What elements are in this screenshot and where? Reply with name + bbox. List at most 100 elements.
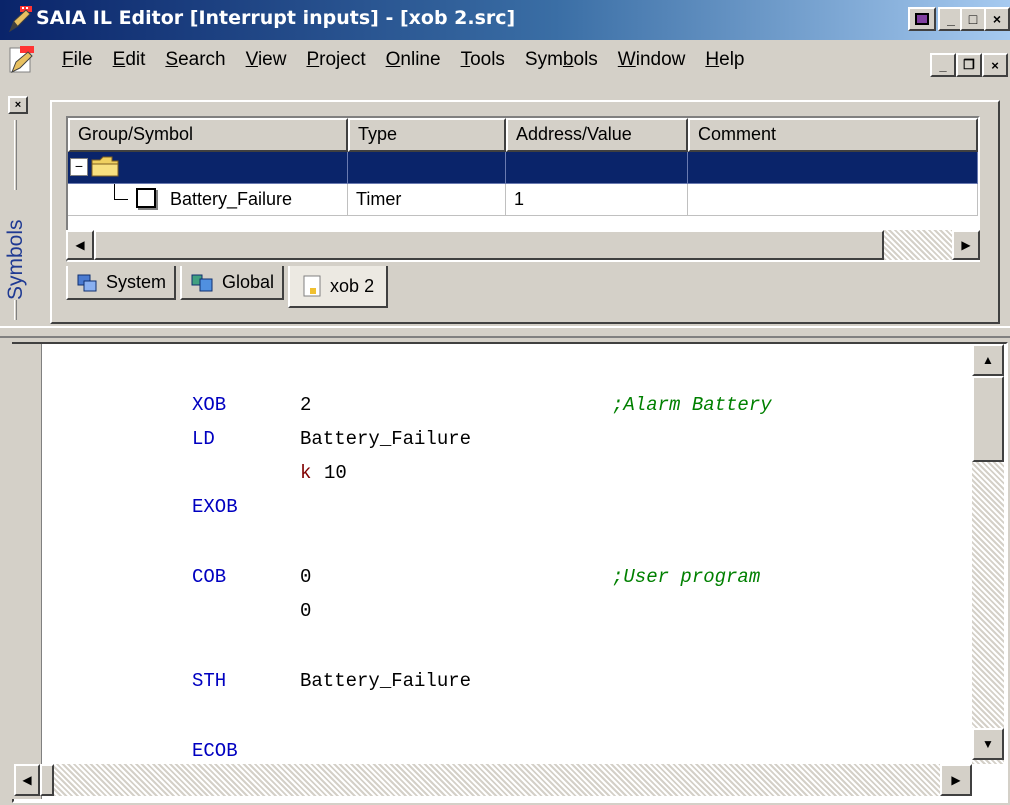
- title-bar: SAIA IL Editor [Interrupt inputs] - [xob…: [0, 0, 1010, 40]
- code-line: 0: [14, 600, 974, 630]
- extra-window-button[interactable]: [908, 7, 936, 31]
- arrow-left-icon: ◀: [22, 773, 32, 787]
- tab-label: System: [106, 271, 167, 292]
- symbol-name: Battery_Failure: [170, 189, 293, 209]
- close-icon: ×: [992, 11, 1002, 27]
- grid-horizontal-scrollbar[interactable]: ◀ ▶: [66, 230, 980, 260]
- maximize-icon: □: [968, 11, 978, 27]
- close-icon: ×: [14, 99, 22, 111]
- doc-restore-button[interactable]: ❐: [956, 53, 982, 77]
- menu-file[interactable]: File: [52, 49, 103, 71]
- column-header-group-symbol[interactable]: Group/Symbol: [68, 118, 348, 152]
- scroll-thumb[interactable]: [94, 230, 884, 260]
- code-line: COB 0 ;User program: [14, 566, 974, 596]
- document-icon: [9, 46, 34, 74]
- window-tile-icon: [915, 13, 929, 25]
- arrow-right-icon: ▶: [951, 773, 961, 787]
- menu-items: File Edit Search View Project Online Tools Symb…: [52, 40, 754, 80]
- scroll-track[interactable]: [972, 462, 1004, 728]
- symbol-tabs: System Global xob 2: [66, 266, 392, 308]
- code-comment: ;Alarm Battery: [612, 394, 772, 416]
- menu-help[interactable]: Help: [695, 49, 754, 71]
- menu-window[interactable]: Window: [608, 49, 696, 71]
- instruction-operand: 2: [300, 394, 312, 416]
- scroll-left-button[interactable]: ◀: [66, 230, 94, 260]
- menu-bar: File Edit Search View Project Online Tools Symb…: [0, 40, 1010, 80]
- dock-close-button[interactable]: ×: [8, 96, 28, 114]
- tab-system[interactable]: System: [66, 266, 177, 300]
- type-cell: Timer: [348, 184, 506, 216]
- menu-online[interactable]: Online: [376, 49, 451, 71]
- table-row[interactable]: −: [68, 152, 978, 184]
- menu-search[interactable]: Search: [155, 49, 235, 71]
- instruction-operand: 0: [300, 600, 312, 622]
- type-cell: [348, 152, 506, 184]
- dock-grip-lower[interactable]: [14, 300, 17, 320]
- code-lines: XOB 2 ;Alarm Battery LD Battery_Failure k 10 EX…: [14, 344, 974, 762]
- table-row[interactable]: Battery_Failure Timer 1: [68, 184, 978, 216]
- menu-symbols[interactable]: Symbols: [515, 49, 608, 71]
- tab-xob-2[interactable]: xob 2: [288, 266, 389, 308]
- comment-cell: [688, 152, 978, 184]
- doc-minimize-button[interactable]: _: [930, 53, 956, 77]
- scroll-thumb[interactable]: [972, 376, 1004, 462]
- tree-line-icon: [114, 184, 128, 200]
- scroll-down-button[interactable]: ▼: [972, 728, 1004, 760]
- code-line: STH Battery_Failure: [14, 670, 974, 700]
- instruction-mnemonic: LD: [192, 428, 215, 450]
- close-icon: ×: [991, 57, 999, 73]
- scroll-right-button[interactable]: ▶: [940, 764, 972, 796]
- window-title: SAIA IL Editor [Interrupt inputs] - [xob…: [36, 7, 516, 29]
- constant-prefix: k: [300, 462, 312, 484]
- column-header-comment[interactable]: Comment: [688, 118, 978, 152]
- column-header-address[interactable]: Address/Value: [506, 118, 688, 152]
- editor-area[interactable]: XOB 2 ;Alarm Battery LD Battery_Failure k 10 EX…: [12, 342, 1008, 803]
- dock-grip[interactable]: [14, 120, 17, 190]
- instruction-mnemonic: XOB: [192, 394, 227, 416]
- close-button[interactable]: ×: [984, 7, 1010, 31]
- scroll-track[interactable]: [54, 764, 940, 796]
- app-pencil-icon: [8, 6, 32, 33]
- tab-global[interactable]: Global: [180, 266, 285, 300]
- arrow-right-icon: ▶: [961, 238, 971, 252]
- symbol-cell: Battery_Failure: [68, 184, 348, 216]
- arrow-down-icon: ▼: [982, 737, 994, 751]
- arrow-up-icon: ▲: [982, 353, 994, 367]
- group-cell: −: [68, 152, 348, 184]
- maximize-button[interactable]: □: [960, 7, 986, 31]
- scroll-right-button[interactable]: ▶: [952, 230, 980, 260]
- instruction-mnemonic: STH: [192, 670, 227, 692]
- editor-vertical-scrollbar[interactable]: ▲ ▼: [972, 344, 1004, 764]
- tab-label: Global: [222, 271, 275, 292]
- scroll-up-button[interactable]: ▲: [972, 344, 1004, 376]
- symbols-pane-label: Symbols: [4, 219, 27, 300]
- file-icon: [303, 275, 321, 297]
- restore-icon: ❐: [963, 57, 975, 72]
- tab-label: xob 2: [330, 275, 375, 296]
- menu-tools[interactable]: Tools: [451, 49, 515, 71]
- scroll-track[interactable]: [884, 230, 952, 260]
- instruction-mnemonic: COB: [192, 566, 227, 588]
- code-line: XOB 2 ;Alarm Battery: [14, 394, 974, 424]
- menu-project[interactable]: Project: [296, 49, 375, 71]
- symbol-item-icon: [136, 188, 156, 208]
- system-icon: [77, 274, 97, 292]
- instruction-operand: 10: [324, 462, 347, 484]
- scroll-left-button[interactable]: ◀: [14, 764, 40, 796]
- menu-edit[interactable]: Edit: [103, 49, 156, 71]
- global-icon: [191, 274, 213, 292]
- doc-close-button[interactable]: ×: [982, 53, 1008, 77]
- address-cell: 1: [506, 184, 688, 216]
- folder-icon: [91, 156, 119, 177]
- menu-view[interactable]: View: [236, 49, 297, 71]
- comment-cell: [688, 184, 978, 216]
- pane-splitter[interactable]: [0, 326, 1010, 338]
- column-header-type[interactable]: Type: [348, 118, 506, 152]
- tree-expander-icon[interactable]: −: [70, 158, 88, 176]
- grid-header: Group/Symbol Type Address/Value Comment: [68, 118, 978, 152]
- scroll-thumb[interactable]: [40, 764, 54, 796]
- editor-horizontal-scrollbar[interactable]: ◀ ▶: [14, 764, 972, 796]
- arrow-left-icon: ◀: [75, 238, 85, 252]
- code-comment: ;User program: [612, 566, 761, 588]
- code-line: k 10: [14, 462, 974, 492]
